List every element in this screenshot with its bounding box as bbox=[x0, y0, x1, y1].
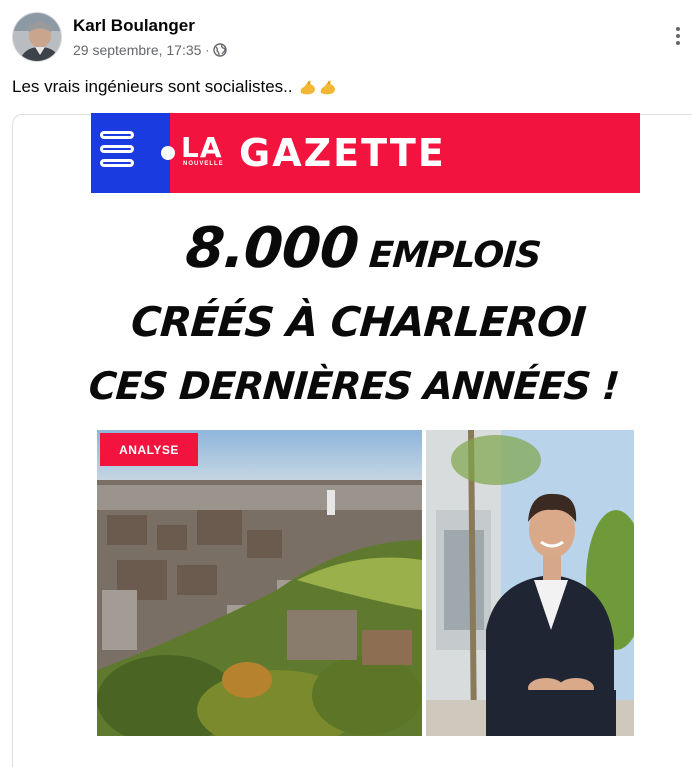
flexed-biceps-emoji bbox=[299, 78, 317, 96]
headline-line-1: 8.000 EMPLOIS bbox=[87, 216, 640, 281]
meta-separator: · bbox=[205, 43, 210, 57]
globe-icon bbox=[213, 43, 228, 57]
headline-line-2: CRÉÉS À CHARLEROI bbox=[129, 298, 587, 346]
person-photo bbox=[426, 430, 634, 736]
logo-dot bbox=[161, 146, 175, 160]
post-text: Les vrais ingénieurs sont socialistes.. bbox=[12, 77, 337, 97]
charleroi-aerial-photo: ANALYSE bbox=[97, 430, 422, 736]
analyse-tag: ANALYSE bbox=[100, 433, 198, 466]
gazette-banner: LA NOUVELLE GAZETTE bbox=[91, 113, 640, 193]
photo-collage: ANALYSE bbox=[97, 430, 634, 736]
emoji-group bbox=[299, 78, 337, 96]
logo-la: LA bbox=[181, 131, 223, 164]
more-options-icon[interactable] bbox=[668, 24, 688, 48]
author-name[interactable]: Karl Boulanger bbox=[73, 16, 195, 36]
menu-icon bbox=[100, 131, 134, 169]
banner-blue-block bbox=[91, 113, 170, 193]
post-timestamp[interactable]: 29 septembre, 17:35 bbox=[73, 42, 201, 58]
author-avatar[interactable] bbox=[12, 12, 62, 62]
headline-line-3: CES DERNIÈRES ANNÉES ! bbox=[87, 364, 621, 408]
post-meta: 29 septembre, 17:35 · bbox=[73, 42, 228, 58]
headline-emplois: EMPLOIS bbox=[356, 235, 542, 276]
post-header: Karl Boulanger 29 septembre, 17:35 · bbox=[12, 12, 684, 64]
post-message: Les vrais ingénieurs sont socialistes.. bbox=[12, 77, 293, 96]
flexed-biceps-emoji bbox=[319, 78, 337, 96]
logo-nouvelle: NOUVELLE bbox=[183, 161, 224, 167]
headline-number: 8.000 bbox=[183, 216, 361, 281]
logo-gazette: GAZETTE bbox=[239, 131, 446, 175]
